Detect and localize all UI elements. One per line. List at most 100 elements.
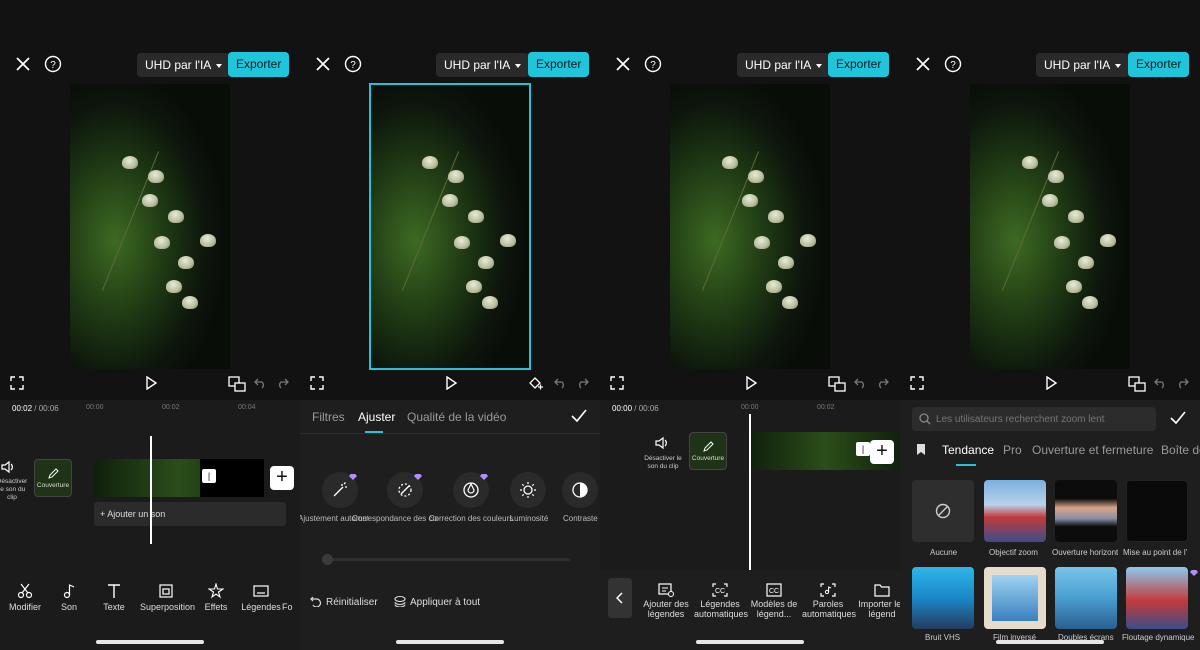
tool-texte[interactable]: Texte <box>89 583 139 612</box>
speaker-icon[interactable] <box>654 436 670 450</box>
transition-marker[interactable]: | <box>856 442 870 456</box>
fullscreen-icon[interactable] <box>910 376 924 390</box>
reset-icon <box>310 596 321 608</box>
tab-ouverture-fermeture[interactable]: Ouverture et fermeture <box>1032 443 1153 457</box>
tab-tendance[interactable]: Tendance <box>942 443 994 457</box>
close-icon[interactable] <box>14 55 32 73</box>
speaker-icon[interactable] <box>0 460 16 474</box>
export-button[interactable]: Exporter <box>828 52 890 77</box>
add-clip-button[interactable]: + <box>870 440 894 464</box>
back-button[interactable] <box>608 578 632 618</box>
undo-icon[interactable] <box>1154 377 1167 389</box>
help-icon[interactable]: ? <box>44 55 62 73</box>
redo-icon[interactable] <box>876 377 889 389</box>
lyrics-icon <box>820 583 836 597</box>
tool-effets[interactable]: Effets <box>191 583 241 612</box>
keyframe-diamond-icon[interactable] <box>528 376 544 392</box>
tool-modifier[interactable]: Modifier <box>0 583 50 612</box>
redo-icon[interactable] <box>1176 377 1189 389</box>
export-button[interactable]: Exporter <box>1128 52 1190 77</box>
effect-vhs-noise[interactable] <box>912 567 974 629</box>
adjust-slider-thumb[interactable] <box>322 554 333 565</box>
video-preview-selected[interactable] <box>369 83 531 370</box>
close-icon[interactable] <box>314 55 332 73</box>
undo-icon[interactable] <box>554 377 567 389</box>
close-icon[interactable] <box>614 55 632 73</box>
adjust-contrast-button[interactable] <box>562 472 598 508</box>
check-icon[interactable] <box>571 409 587 423</box>
fullscreen-icon[interactable] <box>10 376 24 390</box>
tab-boite[interactable]: Boîte de <box>1161 443 1200 457</box>
video-preview[interactable] <box>670 84 830 369</box>
play-icon[interactable] <box>144 376 158 390</box>
close-icon[interactable] <box>914 55 932 73</box>
tool-superposition[interactable]: Superposition <box>140 583 195 612</box>
none-icon <box>935 503 951 519</box>
cover-label: Couverture <box>691 455 725 462</box>
play-icon[interactable] <box>444 376 458 390</box>
effect-focus[interactable] <box>1126 480 1188 542</box>
tool-add-captions[interactable]: Ajouter des légendes <box>640 583 692 620</box>
add-clip-button[interactable]: + <box>270 466 294 490</box>
bookmark-icon[interactable] <box>916 443 926 456</box>
export-button[interactable]: Exporter <box>528 52 590 77</box>
adjust-slider-track[interactable] <box>326 558 570 561</box>
adjust-brightness-button[interactable] <box>510 472 546 508</box>
flower-bell <box>742 194 758 207</box>
play-icon[interactable] <box>744 376 758 390</box>
help-icon[interactable]: ? <box>644 55 662 73</box>
effect-label: Ouverture horizontale <box>1052 548 1118 557</box>
playhead[interactable] <box>150 436 152 544</box>
keyframe-on-icon[interactable] <box>828 376 846 392</box>
effect-none[interactable] <box>912 480 974 542</box>
keyframe-on-icon[interactable] <box>1128 376 1146 392</box>
effect-double-screens[interactable] <box>1055 567 1117 629</box>
help-icon[interactable]: ? <box>944 55 962 73</box>
effect-dynamic-blur[interactable] <box>1126 567 1188 629</box>
tab-filtres[interactable]: Filtres <box>312 410 345 424</box>
video-preview[interactable] <box>970 84 1130 369</box>
export-button[interactable]: Exporter <box>228 52 290 77</box>
cover-button[interactable]: Couverture <box>689 432 727 470</box>
undo-icon[interactable] <box>254 377 267 389</box>
check-icon[interactable] <box>1170 411 1186 425</box>
fullscreen-icon[interactable] <box>610 376 624 390</box>
help-icon[interactable]: ? <box>344 55 362 73</box>
effect-reverse-film[interactable] <box>984 567 1046 629</box>
uhd-ai-dropdown[interactable]: UHD par l'IA <box>436 53 530 77</box>
redo-icon[interactable] <box>276 377 289 389</box>
uhd-ai-dropdown[interactable]: UHD par l'IA <box>737 53 831 77</box>
uhd-label: UHD par l'IA <box>1044 58 1111 72</box>
cover-button[interactable]: Couverture <box>34 459 72 497</box>
add-sound-button[interactable]: + Ajouter un son <box>94 502 286 526</box>
search-box[interactable] <box>912 407 1156 431</box>
flower-bell <box>768 210 784 223</box>
playhead[interactable] <box>749 414 751 570</box>
tab-pro[interactable]: Pro <box>1003 443 1022 457</box>
search-input[interactable] <box>936 410 1150 428</box>
tab-ajuster[interactable]: Ajuster <box>358 410 395 424</box>
redo-icon[interactable] <box>576 377 589 389</box>
sun-icon <box>520 482 536 498</box>
effect-horizontal-open[interactable] <box>1055 480 1117 542</box>
tool-legendes[interactable]: Légendes <box>236 583 286 612</box>
tool-auto-lyrics[interactable]: Paroles automatiques <box>802 583 856 620</box>
uhd-ai-dropdown[interactable]: UHD par l'IA <box>1036 53 1130 77</box>
apply-all-button[interactable]: Appliquer à tout <box>394 595 480 608</box>
tool-son[interactable]: Son <box>44 583 94 612</box>
video-preview[interactable] <box>70 84 230 369</box>
uhd-ai-dropdown[interactable]: UHD par l'IA <box>137 53 231 77</box>
tool-auto-captions[interactable]: CC Légendes automatiques <box>694 583 748 620</box>
tab-qualite-video[interactable]: Qualité de la vidéo <box>407 410 506 424</box>
tool-more[interactable]: Fo <box>282 583 300 612</box>
fullscreen-icon[interactable] <box>310 376 324 390</box>
transition-marker[interactable]: | <box>202 469 216 483</box>
timeline-area: 00:02 / 00:06 00:00 00:02 00:04 Désactiv… <box>0 400 300 650</box>
effect-zoom-lens[interactable] <box>984 480 1046 542</box>
keyframe-on-icon[interactable] <box>228 376 246 392</box>
undo-icon[interactable] <box>854 377 867 389</box>
play-icon[interactable] <box>1044 376 1058 390</box>
tool-caption-templates[interactable]: CC Modèles de légend... <box>748 583 800 620</box>
reset-button[interactable]: Réinitialiser <box>310 595 378 608</box>
tool-import-captions[interactable]: Importer les légend <box>856 583 900 620</box>
